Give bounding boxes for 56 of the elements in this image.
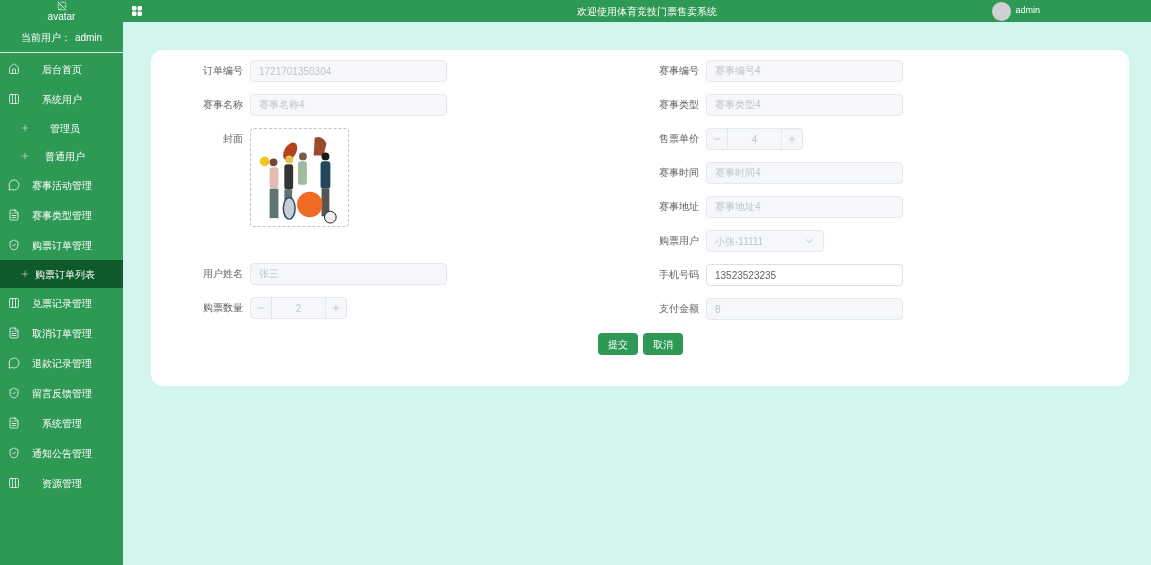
- menu-item[interactable]: 兑票记录管理: [0, 288, 123, 318]
- menu-item[interactable]: 资源管理: [0, 468, 123, 498]
- field-label: 用户姓名: [202, 267, 243, 281]
- avatar-alt-text: avatar: [47, 11, 76, 23]
- document-icon: [8, 417, 20, 429]
- form-button[interactable]: 取消: [643, 333, 683, 355]
- home-icon: [8, 63, 20, 75]
- submenu-item[interactable]: 普通用户: [0, 142, 123, 170]
- columns-icon: [8, 93, 20, 105]
- current-user-name: admin: [74, 31, 103, 45]
- field-label: 售票单价: [658, 132, 699, 146]
- columns-icon: [8, 297, 20, 309]
- plus-icon: [20, 269, 30, 279]
- document-icon: [8, 327, 20, 339]
- menu-item[interactable]: 购票订单管理: [0, 230, 123, 260]
- menu-item[interactable]: 后台首页: [0, 54, 123, 84]
- field-label: 购票数量: [202, 301, 243, 315]
- menu-item[interactable]: 退款记录管理: [0, 348, 123, 378]
- chat-bubble-icon: [8, 179, 20, 191]
- submenu-item[interactable]: 管理员: [0, 114, 123, 142]
- field-label: 赛事地址: [658, 200, 699, 214]
- plus-icon: [20, 151, 30, 161]
- plus-icon: [331, 303, 341, 313]
- menu-item[interactable]: 赛事类型管理: [0, 200, 123, 230]
- shield-check-icon: [8, 447, 20, 459]
- menu-item[interactable]: 系统用户: [0, 84, 123, 114]
- menu-item[interactable]: 赛事活动管理: [0, 170, 123, 200]
- plus-icon: [787, 134, 797, 144]
- field-label: 封面: [222, 132, 243, 146]
- menu-item[interactable]: 通知公告管理: [0, 438, 123, 468]
- header-username[interactable]: admin: [1015, 4, 1040, 18]
- header-title: 欢迎使用体育竞技门票售卖系统: [577, 4, 717, 19]
- current-user-label: 当前用户：: [20, 31, 71, 45]
- menu-item[interactable]: 系统管理: [0, 408, 123, 438]
- field-label: 购票用户: [658, 234, 699, 248]
- plus-icon: [20, 123, 30, 133]
- grid-menu-icon[interactable]: [131, 5, 143, 17]
- field-label: 赛事名称: [202, 98, 243, 112]
- shield-check-icon: [8, 239, 20, 251]
- menu-item[interactable]: 取消订单管理: [0, 318, 123, 348]
- shield-check-icon: [8, 387, 20, 399]
- submenu-item[interactable]: 购票订单列表: [0, 260, 123, 288]
- columns-icon: [8, 477, 20, 489]
- field-label: 赛事类型: [658, 98, 699, 112]
- document-icon: [8, 209, 20, 221]
- form-button[interactable]: 提交: [598, 333, 638, 355]
- field-label: 手机号码: [658, 268, 699, 282]
- menu-item[interactable]: 留言反馈管理: [0, 378, 123, 408]
- broken-image-icon: [56, 1, 67, 11]
- field-label: 赛事编号: [658, 64, 699, 78]
- field-label: 支付金额: [658, 302, 699, 316]
- chat-bubble-icon: [8, 357, 20, 369]
- text-field[interactable]: 13523523235: [706, 264, 903, 286]
- user-avatar[interactable]: [992, 1, 1012, 21]
- field-label: 赛事时间: [658, 166, 699, 180]
- field-label: 订单编号: [202, 64, 243, 78]
